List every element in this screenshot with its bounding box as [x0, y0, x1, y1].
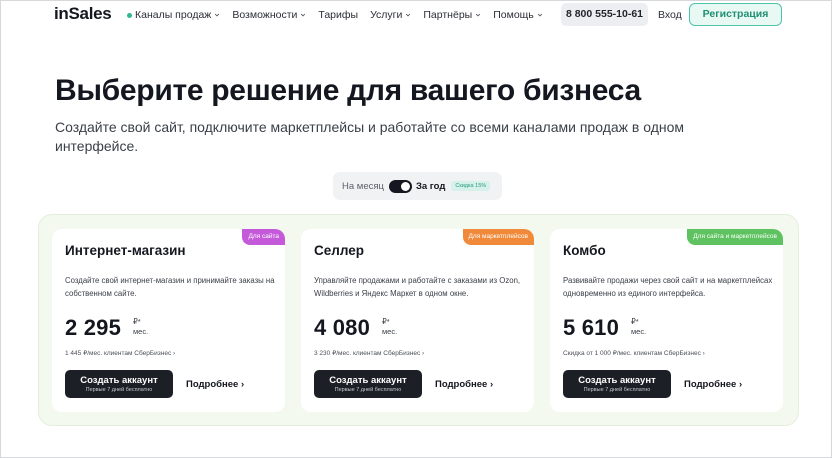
yearly-option[interactable]: За год: [416, 181, 445, 192]
nav-menu-item[interactable]: Услуги: [370, 9, 411, 21]
nav-menu-item[interactable]: Каналы продаж: [127, 9, 220, 21]
cta-label: Создать аккаунт: [80, 375, 158, 386]
active-dot-icon: [127, 12, 132, 18]
cta-sublabel: Первые 7 дней бесплатно: [583, 387, 651, 393]
page-subtitle: Создайте свой сайт, подключите маркетпле…: [55, 119, 685, 154]
price-period: мес.: [382, 327, 398, 336]
more-details-link[interactable]: Подробнее ›: [684, 379, 742, 390]
plan-badge: Для сайта и маркетплейсов: [687, 229, 783, 245]
sberbusiness-offer-link[interactable]: Скидка от 1 000 ₽/мес. клиентам СберБизн…: [563, 349, 705, 357]
more-details-link[interactable]: Подробнее ›: [435, 379, 493, 390]
plan-card-internet-store: Для сайта Интернет-магазин Создайте свой…: [52, 229, 285, 412]
login-link[interactable]: Вход: [658, 9, 682, 21]
more-details-link[interactable]: Подробнее ›: [186, 379, 244, 390]
discount-badge: Скидка 15%: [451, 181, 491, 191]
plan-badge: Для сайта: [242, 229, 285, 245]
plan-description: Управляйте продажами и работайте с заказ…: [314, 276, 521, 298]
plan-currency: ₽* мес.: [382, 317, 397, 337]
nav-menu-label: Помощь: [493, 9, 534, 21]
main-menu: Каналы продаж Возможности Тарифы Услуги Парт…: [127, 9, 555, 21]
logo[interactable]: inSales: [54, 4, 112, 24]
chevron-down-icon: [301, 13, 306, 17]
switch-knob: [400, 181, 410, 191]
price-period: мес.: [133, 327, 149, 336]
logo-text: inSales: [54, 4, 112, 23]
phone-number[interactable]: 8 800 555-10-61: [561, 3, 648, 26]
chevron-down-icon: [215, 13, 220, 17]
sberbusiness-offer-link[interactable]: 3 230 ₽/мес. клиентам СберБизнес ›: [314, 349, 424, 357]
register-button[interactable]: Регистрация: [689, 3, 782, 26]
plan-name: Селлер: [314, 243, 364, 258]
plan-name: Интернет-магазин: [65, 243, 186, 258]
currency-symbol: ₽*: [631, 317, 639, 326]
nav-menu-item[interactable]: Возможности: [232, 9, 306, 21]
cta-sublabel: Первые 7 дней бесплатно: [334, 387, 402, 393]
price-period: мес.: [631, 327, 647, 336]
currency-symbol: ₽*: [382, 317, 390, 326]
plan-description: Создайте свой интернет-магазин и принима…: [65, 276, 275, 298]
chevron-down-icon: [476, 13, 481, 17]
nav-menu-item[interactable]: Партнёры: [423, 9, 481, 21]
plan-description: Развивайте продажи через свой сайт и на …: [563, 276, 773, 298]
chevron-down-icon: [406, 13, 411, 17]
nav-menu-label: Каналы продаж: [135, 9, 212, 21]
create-account-button[interactable]: Создать аккаунт Первые 7 дней бесплатно: [65, 370, 173, 398]
create-account-button[interactable]: Создать аккаунт Первые 7 дней бесплатно: [563, 370, 671, 398]
currency-symbol: ₽*: [133, 317, 141, 326]
monthly-option[interactable]: На месяц: [342, 181, 384, 192]
create-account-button[interactable]: Создать аккаунт Первые 7 дней бесплатно: [314, 370, 422, 398]
plan-card-seller: Для маркетплейсов Селлер Управляйте прод…: [301, 229, 534, 412]
chevron-down-icon: [537, 13, 542, 17]
billing-switch[interactable]: [388, 179, 412, 193]
sberbusiness-offer-link[interactable]: 1 445 ₽/мес. клиентам СберБизнес ›: [65, 349, 175, 357]
plan-price: 4 080: [314, 315, 371, 340]
plan-currency: ₽* мес.: [631, 317, 646, 337]
nav-menu-label: Услуги: [370, 9, 403, 21]
plan-name: Комбо: [563, 243, 606, 258]
plan-price: 2 295: [65, 315, 122, 340]
plan-badge: Для маркетплейсов: [462, 229, 534, 245]
billing-period-toggle: На месяц За год Скидка 15%: [333, 172, 502, 200]
cta-label: Создать аккаунт: [578, 375, 656, 386]
plan-currency: ₽* мес.: [133, 317, 148, 337]
page-title: Выберите решение для вашего бизнеса: [55, 74, 641, 107]
plan-price: 5 610: [563, 315, 620, 340]
cta-sublabel: Первые 7 дней бесплатно: [85, 387, 153, 393]
nav-menu-label: Тарифы: [318, 9, 359, 21]
nav-menu-label: Партнёры: [423, 9, 473, 21]
plan-card-combo: Для сайта и маркетплейсов Комбо Развивай…: [550, 229, 783, 412]
nav-menu-label: Возможности: [232, 9, 298, 21]
nav-menu-item[interactable]: Помощь: [493, 9, 543, 21]
top-navigation: inSales Каналы продаж Возможности Тарифы Ус…: [0, 0, 832, 30]
nav-menu-item[interactable]: Тарифы: [318, 9, 358, 21]
cta-label: Создать аккаунт: [329, 375, 407, 386]
